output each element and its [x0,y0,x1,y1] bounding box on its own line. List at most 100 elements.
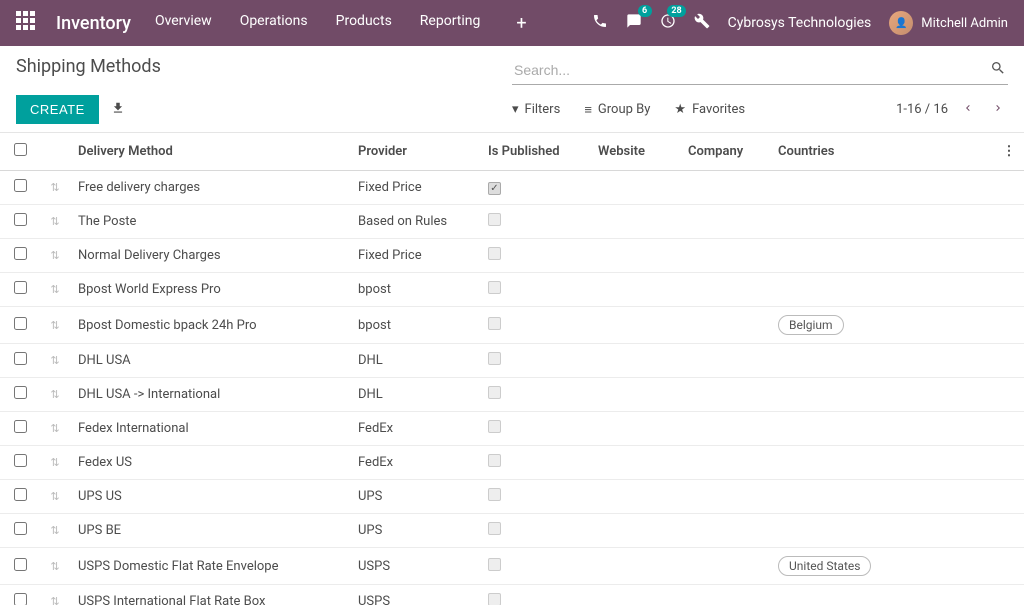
phone-icon[interactable] [592,13,608,33]
nav-add-menu[interactable]: + [516,13,526,34]
row-checkbox[interactable] [14,420,27,433]
drag-handle-icon[interactable] [50,489,59,504]
drag-handle-icon[interactable] [50,353,59,368]
drag-handle-icon[interactable] [50,421,59,436]
search-icon[interactable] [990,60,1006,80]
header-provider[interactable]: Provider [350,133,480,171]
nav-menu: Overview Operations Products Reporting + [155,13,592,34]
nav-products[interactable]: Products [336,13,392,34]
table-row[interactable]: Bpost Domestic bpack 24h ProbpostBelgium [0,307,1024,344]
shipping-methods-table: Delivery Method Provider Is Published We… [0,133,1024,605]
drag-handle-icon[interactable] [50,594,59,605]
table-row[interactable]: USPS International Flat Rate BoxUSPS [0,585,1024,606]
funnel-icon: ▾ [512,102,519,117]
cell-countries [770,205,994,239]
cell-countries [770,480,994,514]
create-button[interactable]: CREATE [16,95,99,124]
drag-handle-icon[interactable] [50,318,59,333]
row-checkbox[interactable] [14,522,27,535]
row-checkbox[interactable] [14,317,27,330]
drag-handle-icon[interactable] [50,455,59,470]
cell-company [680,171,770,205]
cell-website [590,344,680,378]
table-row[interactable]: UPS USUPS [0,480,1024,514]
published-checkbox [488,522,501,535]
row-checkbox[interactable] [14,213,27,226]
published-checkbox [488,488,501,501]
published-checkbox [488,386,501,399]
nav-overview[interactable]: Overview [155,13,212,34]
pager-text[interactable]: 1-16 / 16 [896,102,948,117]
table-row[interactable]: Fedex InternationalFedEx [0,412,1024,446]
row-checkbox[interactable] [14,488,27,501]
header-countries[interactable]: Countries [770,133,994,171]
table-row[interactable]: USPS Domestic Flat Rate EnvelopeUSPSUnit… [0,548,1024,585]
published-checkbox [488,558,501,571]
row-checkbox[interactable] [14,352,27,365]
activities-icon[interactable]: 28 [660,13,676,33]
drag-handle-icon[interactable] [50,559,59,574]
activities-badge: 28 [667,5,685,17]
filters-button[interactable]: ▾ Filters [512,102,560,117]
row-checkbox[interactable] [14,281,27,294]
app-title[interactable]: Inventory [56,13,131,34]
drag-handle-icon[interactable] [50,523,59,538]
cell-provider: Fixed Price [350,239,480,273]
table-row[interactable]: DHL USADHL [0,344,1024,378]
table-row[interactable]: UPS BEUPS [0,514,1024,548]
published-checkbox [488,352,501,365]
header-company[interactable]: Company [680,133,770,171]
table-row[interactable]: Free delivery chargesFixed Price [0,171,1024,205]
table-row[interactable]: Bpost World Express Probpost [0,273,1024,307]
drag-handle-icon[interactable] [50,387,59,402]
row-checkbox[interactable] [14,247,27,260]
optional-columns-icon[interactable]: ⋮ [1003,144,1016,159]
avatar: 👤 [889,11,913,35]
row-checkbox[interactable] [14,179,27,192]
table-row[interactable]: Normal Delivery ChargesFixed Price [0,239,1024,273]
groupby-button[interactable]: ≡ Group By [584,102,650,118]
row-checkbox[interactable] [14,386,27,399]
drag-handle-icon[interactable] [50,282,59,297]
import-button[interactable] [111,101,125,119]
row-checkbox[interactable] [14,454,27,467]
select-all-checkbox[interactable] [14,143,27,156]
drag-handle-icon[interactable] [50,180,59,195]
cell-delivery: Fedex International [70,412,350,446]
apps-icon[interactable] [16,11,40,35]
cell-website [590,239,680,273]
messages-icon[interactable]: 6 [626,13,642,33]
table-row[interactable]: DHL USA -> InternationalDHL [0,378,1024,412]
header-delivery[interactable]: Delivery Method [70,133,350,171]
star-icon: ★ [674,102,686,117]
favorites-button[interactable]: ★ Favorites [674,102,745,117]
company-selector[interactable]: Cybrosys Technologies [728,15,872,31]
user-menu[interactable]: 👤 Mitchell Admin [889,11,1008,35]
pager-next[interactable] [988,100,1008,120]
cell-delivery: The Poste [70,205,350,239]
row-checkbox[interactable] [14,558,27,571]
table-row[interactable]: Fedex USFedEx [0,446,1024,480]
cell-company [680,307,770,344]
cell-provider: DHL [350,378,480,412]
header-website[interactable]: Website [590,133,680,171]
cell-delivery: DHL USA -> International [70,378,350,412]
cell-company [680,344,770,378]
cell-provider: FedEx [350,412,480,446]
search-input[interactable] [512,56,1008,84]
tools-icon[interactable] [694,13,710,33]
cell-provider: bpost [350,273,480,307]
messages-badge: 6 [638,5,652,17]
row-checkbox[interactable] [14,593,27,605]
published-checkbox [488,281,501,294]
table-row[interactable]: The PosteBased on Rules [0,205,1024,239]
table-container[interactable]: Delivery Method Provider Is Published We… [0,133,1024,605]
pager-prev[interactable] [958,100,978,120]
cell-website [590,307,680,344]
nav-operations[interactable]: Operations [240,13,308,34]
drag-handle-icon[interactable] [50,214,59,229]
cell-delivery: USPS International Flat Rate Box [70,585,350,606]
header-published[interactable]: Is Published [480,133,590,171]
nav-reporting[interactable]: Reporting [420,13,481,34]
drag-handle-icon[interactable] [50,248,59,263]
